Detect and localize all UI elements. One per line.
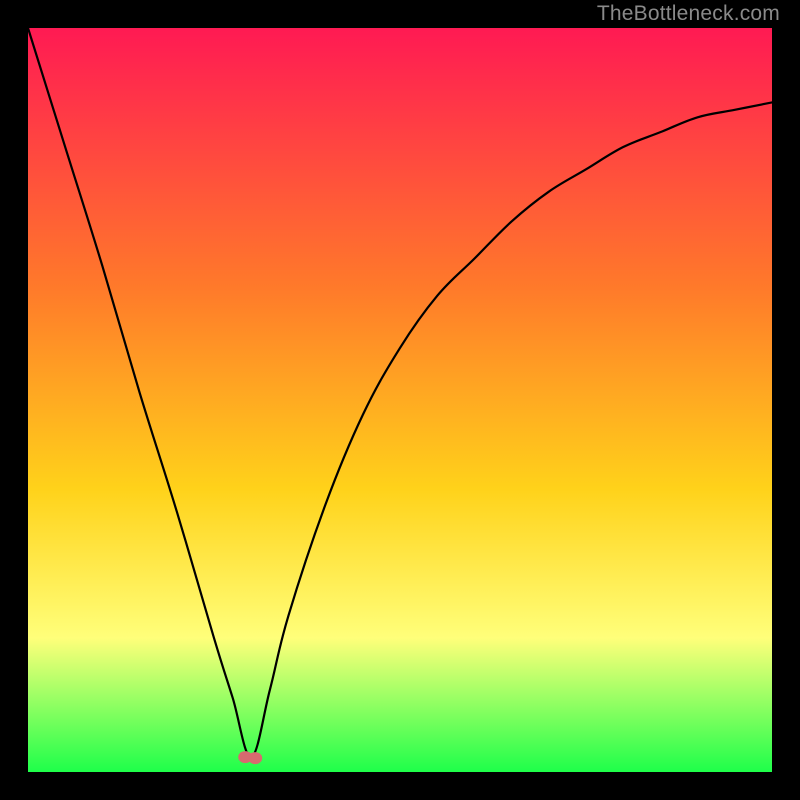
attribution-text: TheBottleneck.com xyxy=(597,2,780,26)
chart-frame: TheBottleneck.com xyxy=(0,0,800,800)
chart-svg xyxy=(28,28,772,772)
optimum-marker xyxy=(238,751,262,764)
chart-background-gradient xyxy=(28,28,772,772)
plot-area xyxy=(28,28,772,772)
